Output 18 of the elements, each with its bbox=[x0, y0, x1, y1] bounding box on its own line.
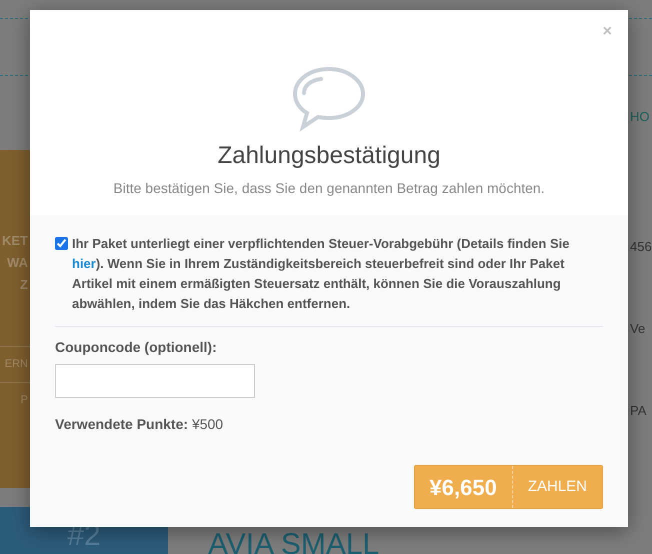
details-link[interactable]: hier bbox=[72, 256, 96, 271]
page-text: PA bbox=[629, 402, 648, 420]
coupon-input[interactable] bbox=[55, 364, 255, 398]
page-text: 456 bbox=[629, 238, 652, 256]
speech-bubble-icon bbox=[291, 66, 367, 132]
close-button[interactable]: × bbox=[602, 24, 612, 40]
product-title: AVIA SMALL bbox=[208, 530, 380, 554]
points-text: Verwendete Punkte: ¥500 bbox=[55, 415, 224, 434]
card-text: KET bbox=[2, 232, 29, 250]
pay-button[interactable]: ¥6,650 ZAHLEN bbox=[414, 465, 603, 509]
card-text: WA bbox=[7, 254, 29, 272]
tax-checkbox[interactable] bbox=[55, 237, 68, 250]
page-text: HO bbox=[629, 108, 650, 126]
dialog-title: Zahlungsbestätigung bbox=[218, 141, 440, 171]
coupon-label: Couponcode (optionell): bbox=[55, 338, 218, 357]
tax-notice: Ihr Paket unterliegt einer verpflichtenden Steuer-Vorabgebühr (Details finden Sie hier). Wenn Sie in Ihrem Zuständigkeitsbereich steuerbefreit sind oder Ihr Paket Artikel mit einem ermäßigten Steuersatz enthält, können Sie die Vorauszahlung abwählen, indem Sie das Häkchen entfernen. bbox=[72, 235, 570, 313]
page-text: Ve bbox=[629, 320, 646, 338]
dialog-subtitle: Bitte bestätigen Sie, dass Sie den genannten Betrag zahlen möchten. bbox=[113, 179, 545, 198]
